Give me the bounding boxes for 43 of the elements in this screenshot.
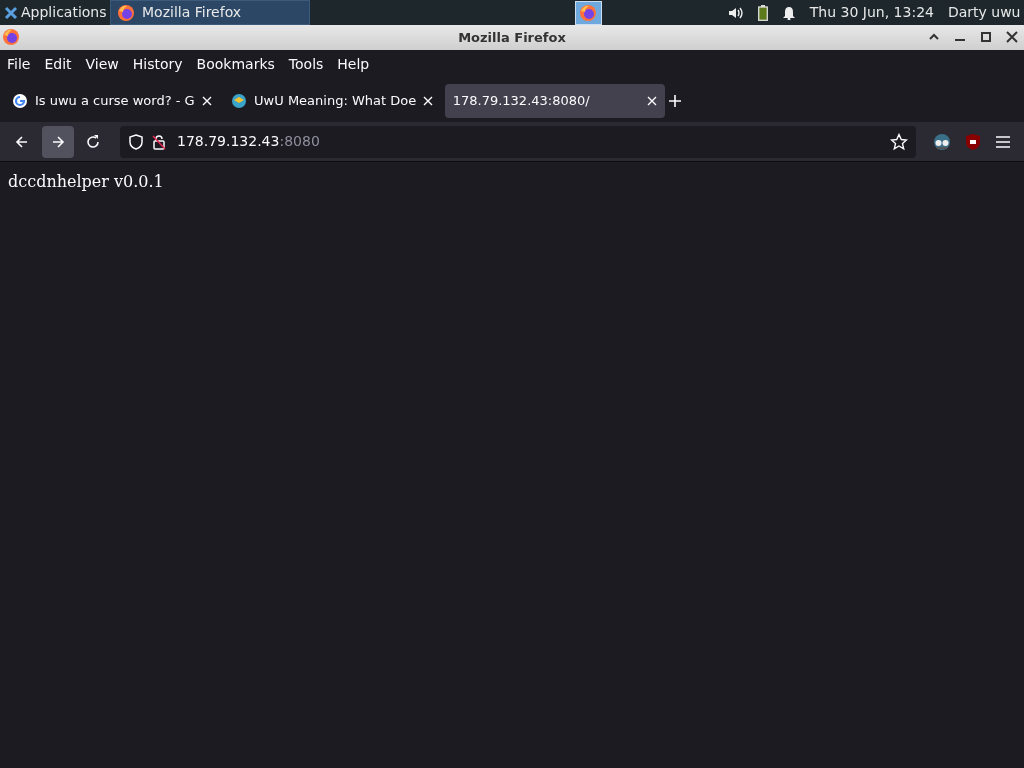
close-icon[interactable]	[646, 96, 657, 106]
forward-arrow-button[interactable]	[41, 125, 74, 158]
url-port: :8080	[279, 132, 320, 151]
globe-icon	[231, 93, 248, 109]
shield-icon[interactable]	[965, 132, 981, 151]
browser-tab[interactable]: Is uwu a curse word? - G	[4, 84, 220, 118]
workspace-button[interactable]	[574, 0, 602, 25]
menu-item[interactable]: Bookmarks	[189, 53, 282, 75]
url-host: 178.79.132.43	[177, 132, 280, 151]
menu-item[interactable]: Help	[330, 53, 377, 75]
menu-item[interactable]: Edit	[37, 53, 79, 75]
taskbar-button[interactable]: Mozilla Firefox	[110, 0, 311, 25]
menu-item[interactable]: History	[125, 53, 190, 75]
plus-icon[interactable]	[668, 94, 683, 108]
browser-tab[interactable]: 178.79.132.43:8080/	[444, 84, 665, 118]
close-button[interactable]	[1006, 31, 1018, 43]
star-icon[interactable]	[889, 132, 908, 151]
maximize-button[interactable]	[980, 31, 992, 43]
x-icon	[3, 5, 18, 20]
clock[interactable]: Thu 30 Jun, 13:24	[809, 2, 934, 23]
shield-icon	[127, 133, 144, 150]
applications-menu[interactable]: Applications	[0, 2, 111, 23]
page-text: dccdnhelper v0.0.1	[7, 171, 165, 193]
menu-item[interactable]: File	[0, 53, 38, 75]
menu-item[interactable]: View	[78, 53, 126, 75]
firefox-icon	[117, 3, 136, 22]
battery-icon[interactable]	[757, 4, 768, 21]
reload-icon	[84, 132, 102, 151]
google-icon	[12, 93, 28, 109]
user-name[interactable]: Darty uwu	[947, 2, 1021, 23]
glasses-icon[interactable]	[933, 132, 951, 151]
window-title: Mozilla Firefox	[458, 28, 566, 47]
firefox-icon	[2, 28, 20, 46]
close-icon[interactable]	[423, 96, 434, 106]
menu-item[interactable]: Tools	[281, 53, 331, 75]
close-icon[interactable]	[201, 96, 212, 106]
browser-tab[interactable]: UwU Meaning: What Doe	[223, 84, 442, 118]
bell-icon[interactable]	[781, 5, 796, 20]
firefox-icon	[579, 3, 598, 22]
volume-icon[interactable]	[727, 5, 744, 20]
insecure-lock-icon	[150, 133, 167, 150]
menu-icon[interactable]	[995, 134, 1011, 149]
address-bar[interactable]: 178.79.132.43:8080	[119, 125, 916, 158]
